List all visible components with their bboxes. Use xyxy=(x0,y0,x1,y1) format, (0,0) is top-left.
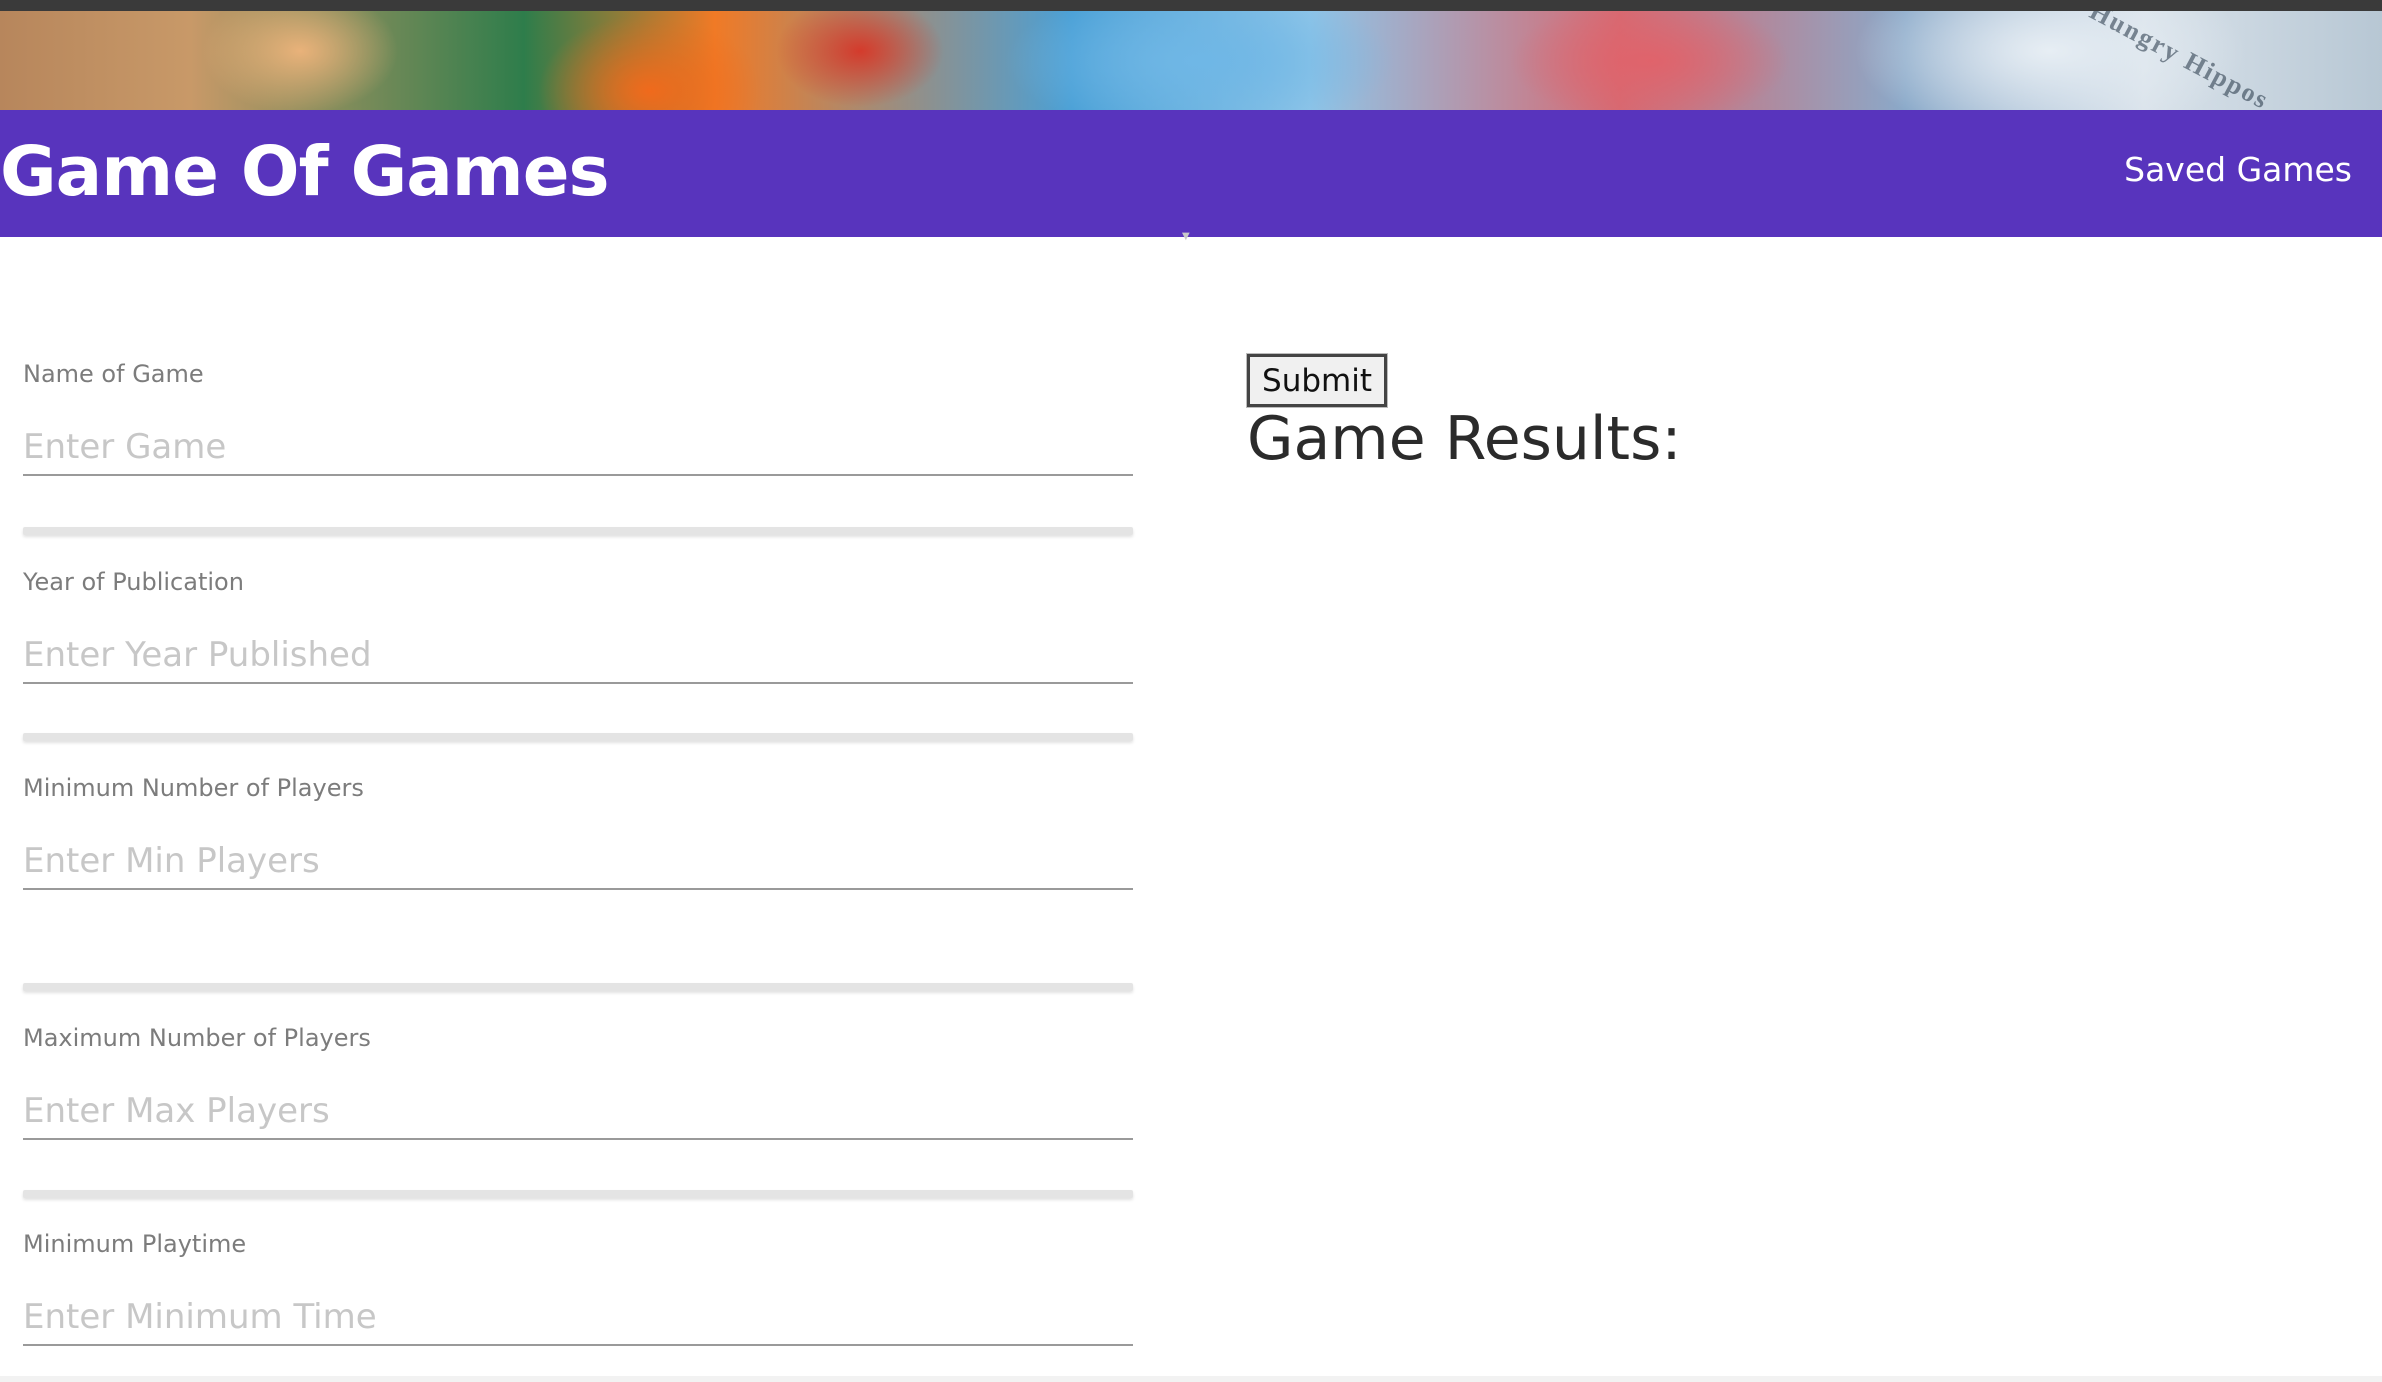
field-label: Maximum Number of Players xyxy=(23,1024,371,1052)
game-name-input[interactable] xyxy=(23,420,1133,476)
header-banner-image: Hungry Hippos xyxy=(0,11,2382,110)
banner-artwork-lettering: Hungry Hippos xyxy=(2085,11,2275,110)
site-title[interactable]: Game Of Games xyxy=(0,132,610,212)
field-name-of-game: Name of Game xyxy=(23,360,1133,476)
field-label: Minimum Number of Players xyxy=(23,774,364,802)
caret-down-icon: ▼ xyxy=(1182,231,1190,242)
submit-button[interactable]: Submit xyxy=(1246,353,1388,408)
browser-top-edge xyxy=(0,0,2382,11)
page-bottom-edge xyxy=(0,1376,2382,1382)
navbar: Game Of Games Saved Games xyxy=(0,110,2382,237)
results-heading: Game Results: xyxy=(1247,404,1682,474)
field-separator xyxy=(23,733,1133,741)
field-label: Name of Game xyxy=(23,360,204,388)
field-separator xyxy=(23,1190,1133,1198)
nav-link-saved-games[interactable]: Saved Games xyxy=(2124,150,2352,189)
field-label: Minimum Playtime xyxy=(23,1230,247,1258)
field-label: Year of Publication xyxy=(23,568,244,596)
year-published-input[interactable] xyxy=(23,628,1133,684)
field-separator xyxy=(23,983,1133,991)
field-max-players: Maximum Number of Players xyxy=(23,1024,1133,1140)
field-separator xyxy=(23,527,1133,535)
field-min-players: Minimum Number of Players xyxy=(23,774,1133,890)
max-players-input[interactable] xyxy=(23,1084,1133,1140)
min-players-input[interactable] xyxy=(23,834,1133,890)
min-playtime-input[interactable] xyxy=(23,1290,1133,1346)
field-min-playtime: Minimum Playtime xyxy=(23,1230,1133,1346)
field-year-of-publication: Year of Publication xyxy=(23,568,1133,684)
